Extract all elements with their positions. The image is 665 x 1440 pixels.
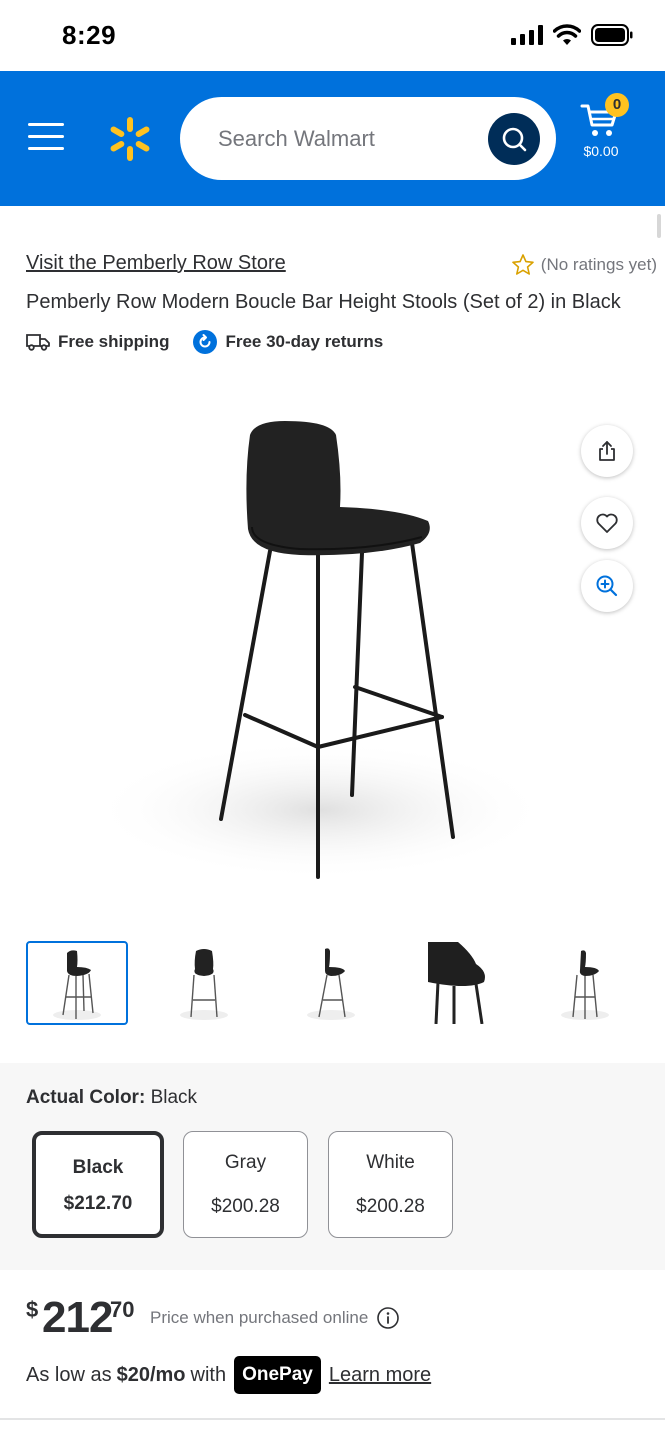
onepay-logo: OnePay [234,1356,321,1394]
variant-option-black[interactable]: Black $212.70 [32,1131,164,1238]
menu-icon-bar [28,135,64,138]
price-note: Price when purchased online [150,1306,400,1330]
favorite-button[interactable] [581,497,633,549]
status-time: 8:29 [62,20,117,50]
variant-price: $200.28 [211,1196,280,1217]
search-icon [502,127,527,152]
search-button[interactable] [488,113,540,165]
price-currency: $ [26,1297,39,1322]
section-divider [0,1418,665,1420]
product-title: Pemberly Row Modern Boucle Bar Height St… [26,291,621,313]
variant-name: Black [72,1157,124,1178]
variant-option-gray[interactable]: Gray $200.28 [183,1131,308,1238]
free-shipping-badge: Free shipping [26,332,169,352]
truck-icon [26,334,50,351]
free-shipping-label: Free shipping [58,332,170,351]
stool-closeup-thumbnail-image [428,942,485,1024]
stool-thumbnail-image [307,948,355,1020]
product-main-image[interactable] [40,395,560,895]
afford-with: with [190,1363,227,1386]
price-cents: 70 [110,1297,135,1322]
scroll-indicator [657,214,661,238]
returns-icon [193,330,218,354]
share-button[interactable] [581,425,633,477]
star-icon [511,254,534,275]
variant-option-white[interactable]: White $200.28 [328,1131,453,1238]
thumbnail-2[interactable] [153,941,255,1025]
afford-prefix: As low as [26,1363,112,1386]
variant-price: $200.28 [356,1196,425,1217]
ratings[interactable]: (No ratings yet) [511,253,657,277]
menu-button[interactable] [28,123,64,153]
stool-thumbnail-image [180,949,228,1020]
variant-price: $212.70 [63,1193,133,1214]
free-returns-badge: Free 30-day returns [193,330,383,354]
price-note-text: Price when purchased online [150,1308,369,1327]
cellular-signal-icon [511,25,543,45]
variant-section: Actual Color: Black Black $212.70 Gray $… [0,1063,665,1270]
status-icons [511,24,633,46]
thumbnail-4[interactable] [407,941,509,1025]
search-bar [180,97,556,180]
price-dollars: 212 [42,1293,113,1342]
search-input[interactable] [218,97,478,180]
cart-count-badge: 0 [605,93,629,117]
fulfillment-badges: Free shipping Free 30-day returns [26,329,383,355]
battery-icon [591,24,633,46]
thumbnail-5[interactable] [534,941,636,1025]
actual-color-value: Black [150,1087,198,1108]
status-bar: 8:29 [0,0,665,71]
zoom-in-icon [596,575,618,597]
free-returns-label: Free 30-day returns [225,332,384,351]
header: 0 $0.00 [0,71,665,206]
menu-icon-bar [28,123,64,126]
zoom-button[interactable] [581,560,633,612]
thumbnail-3[interactable] [280,941,382,1025]
ratings-text: (No ratings yet) [540,255,657,274]
thumbnail-1[interactable] [26,941,128,1025]
thumbnail-strip [26,941,636,1025]
cart-button[interactable]: 0 $0.00 [576,93,648,173]
menu-icon-bar [28,147,64,150]
afford-amount: $20/mo [116,1363,186,1386]
affordability-row: As low as $20/mo with OnePay Learn more [26,1356,431,1394]
stool-thumbnail-image [53,950,101,1020]
wifi-icon [553,24,581,45]
cart-total: $0.00 [583,143,619,159]
actual-color-label: Actual Color: Black [26,1087,197,1109]
learn-more-link[interactable]: Learn more [329,1364,431,1387]
heart-icon [596,513,618,533]
variant-name: Gray [224,1152,267,1173]
stool-thumbnail-image [561,950,609,1020]
variant-name: White [366,1152,415,1173]
actual-color-heading: Actual Color: [26,1087,146,1108]
share-icon [599,441,615,461]
visit-store-link[interactable]: Visit the Pemberly Row Store [26,252,286,275]
info-icon[interactable] [376,1306,400,1330]
walmart-spark-logo[interactable] [106,115,154,163]
